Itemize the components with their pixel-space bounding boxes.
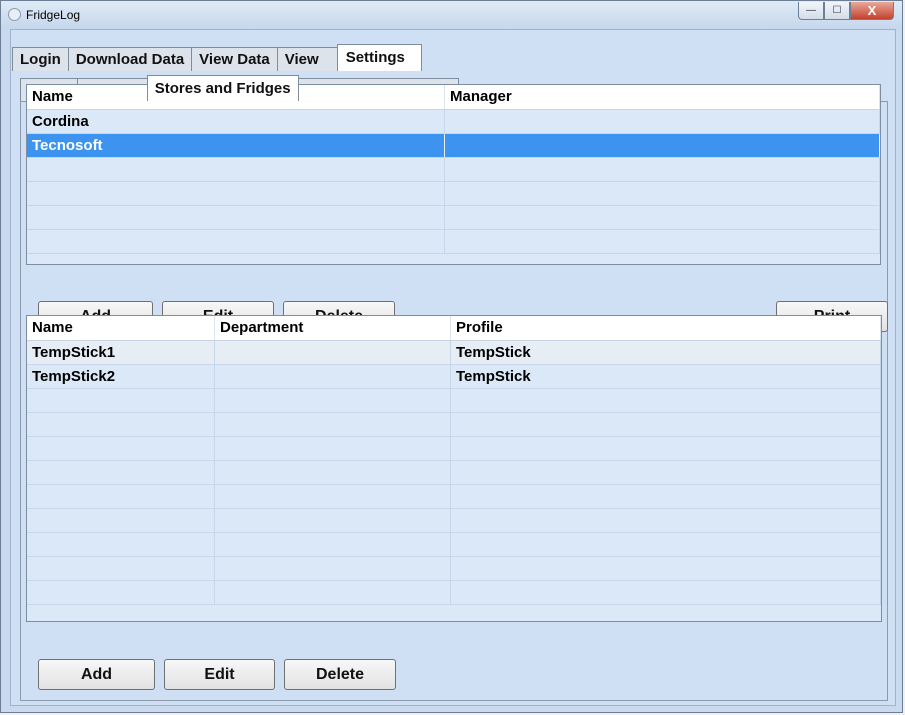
table-row[interactable]: Cordina (27, 110, 880, 134)
tab-view[interactable]: View (276, 47, 338, 71)
window-title: FridgeLog (26, 8, 81, 22)
empty-row (27, 485, 881, 509)
empty-row (27, 557, 881, 581)
store-manager-cell (445, 134, 880, 157)
empty-row (27, 581, 881, 605)
empty-row (27, 509, 881, 533)
title-bar[interactable]: FridgeLog — ☐ X (1, 1, 902, 29)
table-row-selected[interactable]: Tecnosoft (27, 134, 880, 158)
column-header-name[interactable]: Name (27, 316, 215, 340)
empty-row (27, 182, 880, 206)
fridge-profile-cell: TempStick (451, 341, 881, 364)
empty-row (27, 461, 881, 485)
table-row[interactable]: TempStick2 TempStick (27, 365, 881, 389)
maximize-button[interactable]: ☐ (824, 2, 850, 20)
main-tab-bar: Login Download Data View Data View Setti… (12, 44, 422, 71)
edit-fridge-button[interactable]: Edit (164, 659, 275, 690)
tab-stores-and-fridges[interactable]: Stores and Fridges (146, 75, 299, 101)
tab-download-data[interactable]: Download Data (67, 47, 193, 71)
store-name-cell: Cordina (27, 110, 445, 133)
fridge-profile-cell: TempStick (451, 365, 881, 388)
store-manager-cell (445, 110, 880, 133)
store-name-cell: Tecnosoft (27, 134, 445, 157)
fridge-department-cell (215, 365, 451, 388)
column-header-profile[interactable]: Profile (451, 316, 881, 340)
tab-settings[interactable]: Settings (336, 44, 422, 71)
column-header-department[interactable]: Department (215, 316, 451, 340)
fridges-grid-header: Name Department Profile (27, 316, 881, 341)
empty-row (27, 206, 880, 230)
fridges-grid[interactable]: Name Department Profile TempStick1 TempS… (26, 315, 882, 622)
empty-row (27, 413, 881, 437)
app-window: FridgeLog — ☐ X Login Download Data View… (0, 0, 903, 713)
app-icon (8, 8, 21, 21)
empty-row (27, 230, 880, 254)
minimize-icon: — (806, 5, 816, 16)
fridge-department-cell (215, 341, 451, 364)
maximize-icon: ☐ (832, 5, 842, 16)
empty-row (27, 437, 881, 461)
fridge-name-cell: TempStick1 (27, 341, 215, 364)
stores-grid[interactable]: Name Manager Cordina Tecnosoft (26, 84, 881, 265)
close-icon: X (867, 3, 877, 18)
empty-rows (27, 389, 881, 605)
close-button[interactable]: X (850, 2, 894, 20)
delete-fridge-button[interactable]: Delete (284, 659, 396, 690)
fridge-name-cell: TempStick2 (27, 365, 215, 388)
add-fridge-button[interactable]: Add (38, 659, 155, 690)
empty-row (27, 158, 880, 182)
minimize-button[interactable]: — (798, 2, 824, 20)
tab-login[interactable]: Login (12, 47, 69, 71)
tab-view-data[interactable]: View Data (191, 47, 278, 71)
window-controls: — ☐ X (798, 2, 894, 20)
column-header-manager[interactable]: Manager (445, 85, 880, 109)
empty-row (27, 389, 881, 413)
empty-row (27, 533, 881, 557)
table-row[interactable]: TempStick1 TempStick (27, 341, 881, 365)
